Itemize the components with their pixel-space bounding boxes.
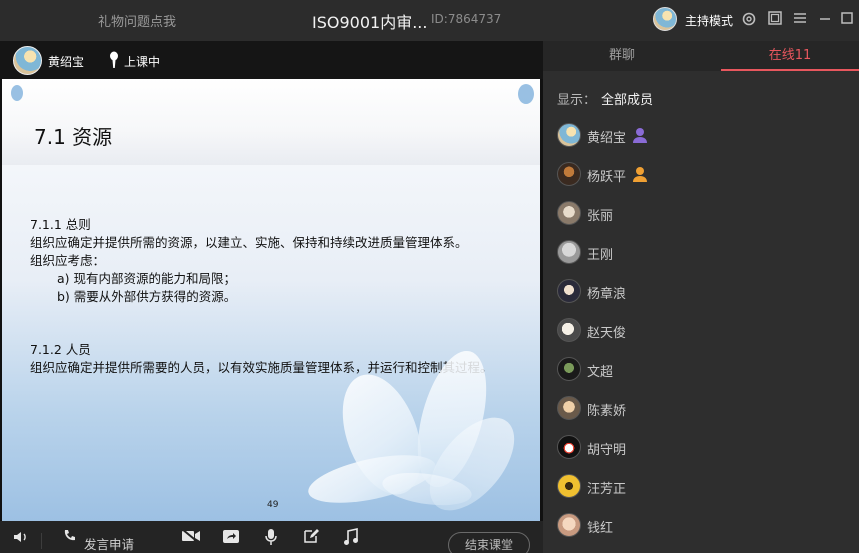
drop-decoration-icon [518, 84, 534, 104]
list-item[interactable]: 赵天俊 [557, 318, 847, 344]
list-item[interactable]: 杨章浪 [557, 279, 847, 305]
bottom-toolbar: 发言申请 结束课堂 [0, 521, 543, 553]
list-item[interactable]: 陈素娇 [557, 396, 847, 422]
member-name: 汪芳正 [587, 482, 627, 497]
microphone-icon[interactable] [261, 528, 281, 548]
camera-off-icon[interactable] [181, 528, 201, 548]
presenter-avatar [13, 46, 42, 75]
speaker-icon[interactable] [11, 528, 31, 548]
list-item[interactable]: 文超 [557, 357, 847, 383]
panel-tabs: 群聊 在线11 [543, 41, 859, 71]
window-title: ISO9001内审... [312, 13, 428, 32]
tab-online[interactable]: 在线11 [721, 41, 859, 71]
list-item[interactable]: 黄绍宝 [557, 123, 847, 149]
toolbar-divider [41, 533, 42, 549]
avatar [557, 357, 581, 381]
list-item[interactable]: 张丽 [557, 201, 847, 227]
slide-line: 组织应确定并提供所需的资源，以建立、实施、保持和持续改进质量管理体系。 [30, 235, 468, 250]
window-icon[interactable] [765, 10, 785, 30]
member-name: 杨跃平 [587, 170, 627, 185]
slide-line: a) 现有内部资源的能力和局限； [57, 271, 237, 286]
gear-icon[interactable] [739, 10, 759, 30]
microphone-icon [110, 51, 118, 68]
room-id: ID:7864737 [431, 12, 502, 26]
member-name: 陈素娇 [587, 404, 627, 419]
maximize-icon[interactable] [837, 10, 857, 30]
side-panel: 群聊 在线11 显示： 全部成员 黄绍宝 杨跃平 张丽 王刚 杨章浪 赵天俊 文… [543, 41, 859, 553]
title-bar: 礼物问题点我 ISO9001内审... ID:7864737 主持模式 [0, 0, 859, 41]
video-stage: 黄绍宝 上课中 7.1 资源 7.1.1 总则 组织应确定并提供所需的资源，以建… [0, 41, 543, 524]
avatar [557, 396, 581, 420]
menu-icon[interactable] [790, 10, 810, 30]
member-name: 张丽 [587, 209, 614, 224]
avatar [557, 474, 581, 498]
edit-icon[interactable] [301, 528, 321, 548]
slide-line: 7.1.2 人员 [30, 342, 91, 357]
list-item[interactable]: 钱红 [557, 513, 847, 539]
member-name: 杨章浪 [587, 287, 627, 302]
drop-decoration-icon [11, 85, 23, 101]
list-item[interactable]: 汪芳正 [557, 474, 847, 500]
member-filter-select[interactable]: 全部成员 [601, 89, 653, 108]
filter-label: 显示： [557, 93, 597, 108]
host-mode-label[interactable]: 主持模式 [685, 12, 733, 29]
member-name: 赵天俊 [587, 326, 627, 341]
presentation-slide: 7.1 资源 7.1.1 总则 组织应确定并提供所需的资源，以建立、实施、保持和… [2, 79, 540, 524]
slide-title: 7.1 资源 [34, 125, 113, 149]
teacher-badge-icon [633, 167, 647, 182]
avatar [557, 240, 581, 264]
phone-icon[interactable] [60, 528, 80, 548]
share-screen-icon[interactable] [221, 528, 241, 548]
list-item[interactable]: 杨跃平 [557, 162, 847, 188]
avatar [557, 318, 581, 342]
slide-line: 组织应确定并提供所需要的人员，以有效实施质量管理体系，并运行和控制其过程。 [30, 360, 493, 375]
member-name: 黄绍宝 [587, 131, 627, 146]
list-item[interactable]: 胡守明 [557, 435, 847, 461]
avatar[interactable] [653, 7, 677, 31]
slide-page-number: 49 [267, 500, 279, 510]
tab-group-chat[interactable]: 群聊 [543, 41, 701, 71]
slide-line: b) 需要从外部供方获得的资源。 [57, 289, 237, 304]
member-name: 胡守明 [587, 443, 627, 458]
avatar [557, 162, 581, 186]
slide-line: 7.1.1 总则 [30, 217, 91, 232]
avatar [557, 279, 581, 303]
apply-speak-button[interactable]: 发言申请 [84, 534, 134, 553]
host-badge-icon [633, 128, 647, 143]
avatar [557, 123, 581, 147]
end-class-button[interactable]: 结束课堂 [448, 532, 530, 553]
gift-help-link[interactable]: 礼物问题点我 [98, 11, 176, 30]
stage-header: 黄绍宝 上课中 [0, 41, 543, 79]
music-icon[interactable] [341, 528, 361, 548]
minimize-icon[interactable] [815, 10, 835, 30]
class-status: 上课中 [124, 55, 161, 69]
member-name: 文超 [587, 365, 614, 380]
presenter-name: 黄绍宝 [48, 55, 85, 69]
avatar [557, 435, 581, 459]
member-name: 钱红 [587, 521, 614, 536]
member-name: 王刚 [587, 248, 614, 263]
avatar [557, 201, 581, 225]
avatar [557, 513, 581, 537]
slide-line: 组织应考虑： [30, 253, 106, 268]
list-item[interactable]: 王刚 [557, 240, 847, 266]
